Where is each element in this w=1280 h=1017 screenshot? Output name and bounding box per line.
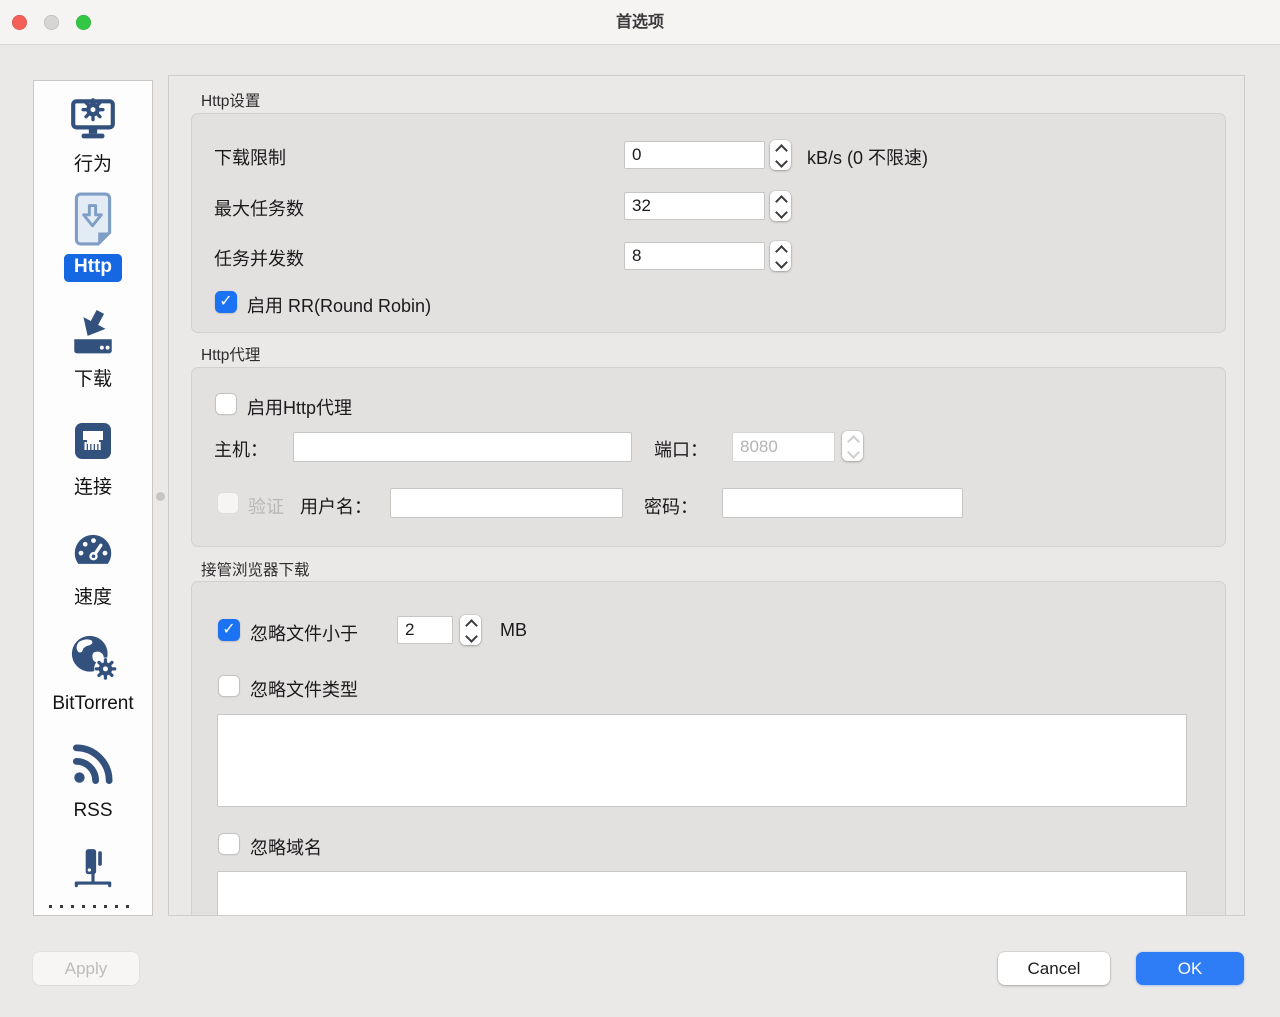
sidebar-item-behavior[interactable]: 行为 <box>34 91 152 177</box>
proxy-username-input[interactable] <box>390 488 623 518</box>
settings-pane: Http设置 下载限制 kB/s (0 不限速) 最大任务数 任务并发数 ✓ 启… <box>168 75 1245 916</box>
max-tasks-stepper[interactable] <box>770 191 791 221</box>
sidebar-item-http[interactable]: Http <box>34 192 152 282</box>
document-download-icon <box>68 192 118 246</box>
concurrent-tasks-stepper[interactable] <box>770 241 791 271</box>
proxy-auth-label: 验证 <box>248 493 284 519</box>
apply-button[interactable]: Apply <box>33 952 139 985</box>
proxy-port-input[interactable] <box>732 432 835 462</box>
group-title-browser-takeover: 接管浏览器下载 <box>201 558 310 580</box>
sidebar-item-label: 速度 <box>74 586 112 610</box>
sidebar-item-label-selected: Http <box>64 254 122 282</box>
group-box-http-settings: 下载限制 kB/s (0 不限速) 最大任务数 任务并发数 ✓ 启用 RR(Ro… <box>191 113 1226 333</box>
ignore-smaller-label: 忽略文件小于 <box>250 620 358 646</box>
sidebar: 行为 Http <box>33 80 153 916</box>
checkmark-icon: ✓ <box>219 294 232 310</box>
sidebar-item-label: BitTorrent <box>52 692 133 716</box>
ok-button[interactable]: OK <box>1136 952 1244 985</box>
sidebar-item-label: 下载 <box>74 368 112 392</box>
sidebar-item-label: 行为 <box>74 153 112 177</box>
checkmark-icon: ✓ <box>222 622 235 638</box>
max-tasks-label: 最大任务数 <box>214 195 304 221</box>
sidebar-item-speed[interactable]: 速度 <box>34 524 152 610</box>
cancel-button[interactable]: Cancel <box>998 952 1110 985</box>
download-tray-icon <box>68 306 118 360</box>
enable-proxy-checkbox[interactable] <box>215 393 237 415</box>
ignore-file-types-textarea[interactable] <box>217 714 1187 807</box>
ignore-smaller-stepper[interactable] <box>460 615 481 645</box>
proxy-port-stepper[interactable] <box>842 431 863 461</box>
globe-gear-icon <box>67 630 119 684</box>
ignore-smaller-suffix: MB <box>500 620 527 641</box>
titlebar: 首选项 <box>0 0 1280 45</box>
ignore-domains-checkbox[interactable] <box>218 833 240 855</box>
ignore-smaller-input[interactable] <box>397 616 453 644</box>
group-box-http-proxy: 启用Http代理 主机： 端口： 验证 用户名： 密码： <box>191 367 1226 547</box>
window-title: 首选项 <box>0 0 1280 45</box>
sidebar-item-label: 连接 <box>74 476 112 500</box>
sidebar-item-clipped[interactable] <box>34 843 152 908</box>
sidebar-item-connection[interactable]: 连接 <box>34 414 152 500</box>
enable-rr-label: 启用 RR(Round Robin) <box>247 292 431 318</box>
speedometer-icon <box>68 524 118 578</box>
sidebar-item-download[interactable]: 下载 <box>34 306 152 392</box>
group-title-http-settings: Http设置 <box>201 89 260 111</box>
ignore-file-types-checkbox[interactable] <box>218 675 240 697</box>
download-limit-suffix: kB/s (0 不限速) <box>807 144 928 170</box>
ignore-smaller-checkbox[interactable]: ✓ <box>218 619 240 641</box>
enable-proxy-label: 启用Http代理 <box>247 394 352 420</box>
ignore-domains-label: 忽略域名 <box>250 834 322 860</box>
preferences-window: 首选项 行为 <box>0 0 1280 1017</box>
ignore-file-types-label: 忽略文件类型 <box>250 676 358 702</box>
enable-rr-checkbox[interactable]: ✓ <box>215 291 237 313</box>
proxy-port-label: 端口： <box>654 436 708 462</box>
sidebar-item-rss[interactable]: RSS <box>34 737 152 823</box>
monitor-gear-icon <box>68 91 118 145</box>
proxy-password-label: 密码： <box>644 493 698 519</box>
ignore-domains-textarea[interactable] <box>217 871 1187 916</box>
group-box-browser-takeover: ✓ 忽略文件小于 MB 忽略文件类型 忽略域名 <box>191 581 1226 916</box>
ethernet-port-icon <box>69 414 117 468</box>
proxy-auth-checkbox[interactable] <box>217 492 239 514</box>
download-limit-input[interactable] <box>624 141 765 169</box>
group-title-http-proxy: Http代理 <box>201 343 260 365</box>
proxy-username-label: 用户名： <box>300 493 372 519</box>
sidebar-item-label-clipped <box>49 905 137 908</box>
rss-icon <box>68 737 118 791</box>
proxy-password-input[interactable] <box>722 488 963 518</box>
max-tasks-input[interactable] <box>624 192 765 220</box>
network-device-icon <box>68 843 118 897</box>
concurrent-tasks-input[interactable] <box>624 242 765 270</box>
concurrent-tasks-label: 任务并发数 <box>214 245 304 271</box>
proxy-host-input[interactable] <box>293 432 632 462</box>
download-limit-label: 下载限制 <box>214 144 286 170</box>
download-limit-stepper[interactable] <box>770 140 791 170</box>
sidebar-item-bittorrent[interactable]: BitTorrent <box>34 630 152 716</box>
sidebar-item-label: RSS <box>73 799 112 823</box>
proxy-host-label: 主机： <box>214 436 268 462</box>
splitter-handle[interactable] <box>156 492 165 501</box>
